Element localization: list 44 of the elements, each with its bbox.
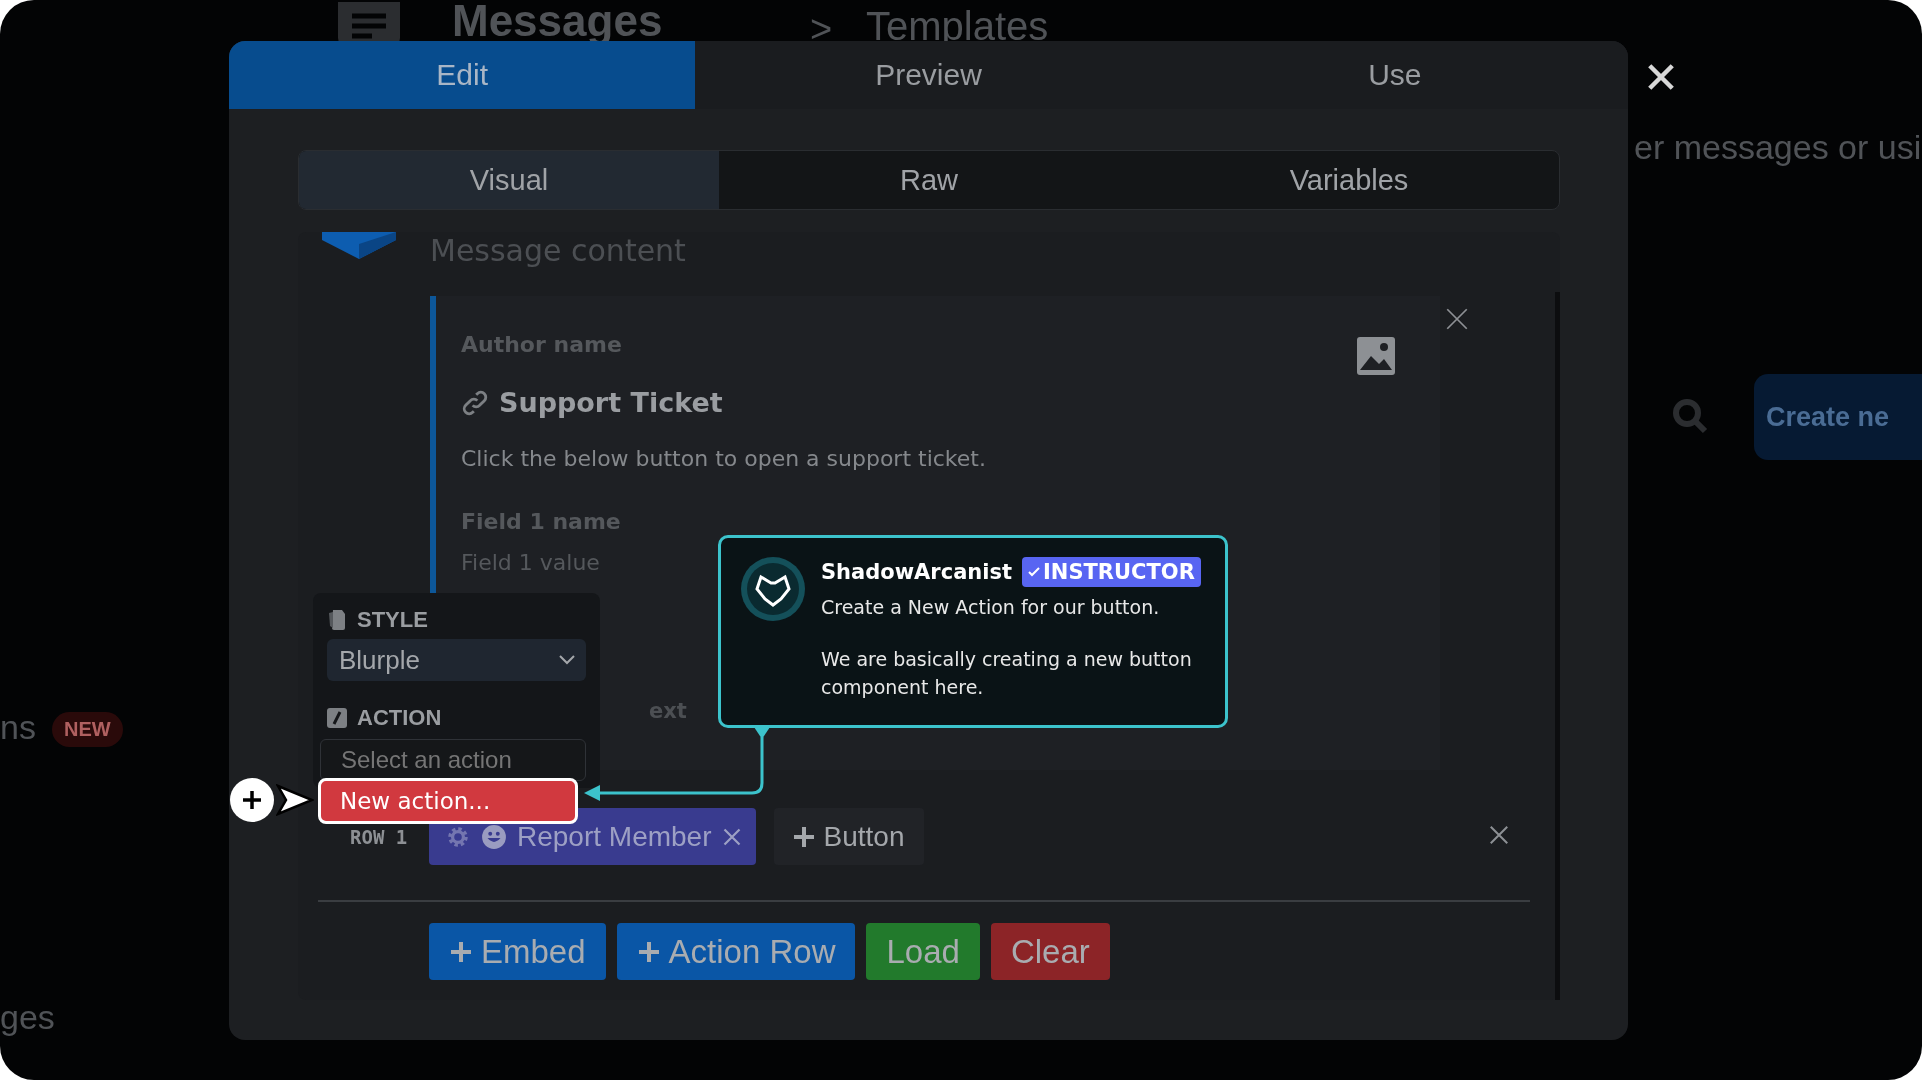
action-select[interactable]: Select an action xyxy=(320,739,586,781)
plus-icon xyxy=(791,824,816,849)
link-icon xyxy=(461,388,489,417)
tooltip-text: We are basically creating a new button component here. xyxy=(821,647,1193,700)
author-name-field[interactable]: Author name xyxy=(461,332,1356,357)
pointer-arrow-icon xyxy=(276,784,314,816)
image-icon[interactable] xyxy=(1356,336,1396,376)
toolbar-button[interactable]: Embed xyxy=(429,923,606,980)
editor-tab[interactable]: Raw xyxy=(719,151,1139,209)
field-name[interactable]: Field 1 name xyxy=(461,509,1356,534)
toolbar-button[interactable]: Clear xyxy=(990,923,1110,980)
modal-tab[interactable]: Edit xyxy=(229,41,696,109)
plus-icon xyxy=(449,939,473,964)
smiley-icon xyxy=(481,823,507,850)
embed-description[interactable]: Click the below button to open a support ticket. xyxy=(461,446,1356,471)
editor-tab[interactable]: Variables xyxy=(1139,151,1559,209)
action-label: ACTION xyxy=(357,705,442,731)
plus-circle-icon xyxy=(229,777,275,823)
new-badge: NEW xyxy=(52,712,123,747)
page-subtitle: er messages or usi xyxy=(1634,128,1922,167)
create-button[interactable]: Create ne xyxy=(1754,374,1922,460)
modal-tab[interactable]: Use xyxy=(1161,41,1628,109)
style-label: STYLE xyxy=(357,607,428,633)
close-icon[interactable] xyxy=(1646,62,1676,92)
pencil-icon xyxy=(327,708,347,728)
row-label: ROW 1 xyxy=(349,825,409,848)
embed-title[interactable]: Support Ticket xyxy=(499,387,723,418)
chevron-down-icon xyxy=(558,654,576,666)
dropdown-option[interactable]: New action... xyxy=(318,778,578,824)
tooltip-text: Create a New Action for our button. xyxy=(821,595,1161,620)
style-dropdown[interactable]: Blurple xyxy=(327,639,586,681)
toolbar-button[interactable]: Load xyxy=(866,923,980,980)
author-name: ShadowArcanist xyxy=(821,560,1013,584)
toolbar-button[interactable]: Action Row xyxy=(616,923,856,980)
sidebar-item[interactable]: ges xyxy=(0,998,55,1037)
cube-icon xyxy=(322,232,396,259)
tag-icon xyxy=(327,609,347,631)
instructor-badge: INSTRUCTOR xyxy=(1022,557,1201,587)
remove-icon[interactable] xyxy=(721,826,742,847)
plus-icon xyxy=(636,939,661,964)
add-button[interactable]: Button xyxy=(773,808,925,865)
avatar-icon xyxy=(741,557,805,621)
sidebar-item[interactable]: ns xyxy=(0,708,36,747)
editor-tab[interactable]: Visual xyxy=(299,151,719,209)
